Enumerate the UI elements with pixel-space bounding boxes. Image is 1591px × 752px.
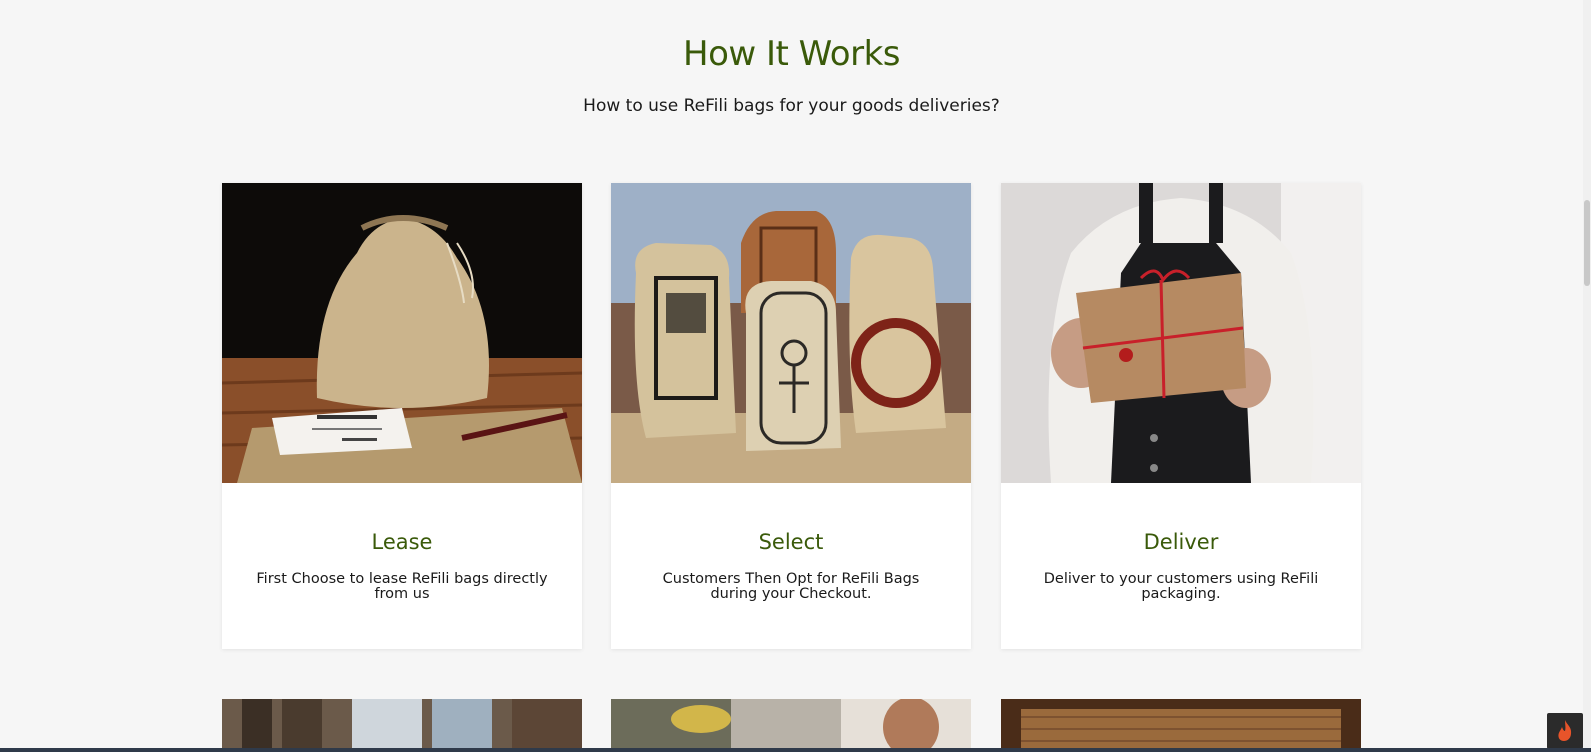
card-select: Select Customers Then Opt for ReFili Bag…	[611, 183, 971, 649]
card-image-row2-1	[222, 699, 582, 752]
card-description: First Choose to lease ReFili bags direct…	[256, 571, 548, 602]
section-subtitle: How to use ReFili bags for your goods de…	[583, 96, 1000, 116]
card-image-row2-2	[611, 699, 971, 752]
card-title: Lease	[371, 530, 433, 554]
card-image-deliver	[1001, 183, 1361, 483]
flame-icon	[1558, 720, 1572, 741]
card-description: Customers Then Opt for ReFili Bags durin…	[662, 571, 920, 602]
card-image-row2-3	[1001, 699, 1361, 752]
bottom-bar	[0, 748, 1591, 752]
card-deliver: Deliver Deliver to your customers using …	[1001, 183, 1361, 649]
card-title: Deliver	[1143, 530, 1219, 554]
card-image-select	[611, 183, 971, 483]
scrollbar-thumb[interactable]	[1584, 200, 1590, 286]
card-lease: Lease First Choose to lease ReFili bags …	[222, 183, 582, 649]
section-title: How It Works	[683, 34, 900, 74]
flame-widget-button[interactable]	[1547, 713, 1583, 749]
card-title: Select	[758, 530, 824, 554]
card-description: Deliver to your customers using ReFili p…	[1043, 571, 1319, 602]
page-scrollbar[interactable]	[1583, 0, 1591, 752]
card-image-lease	[222, 183, 582, 483]
